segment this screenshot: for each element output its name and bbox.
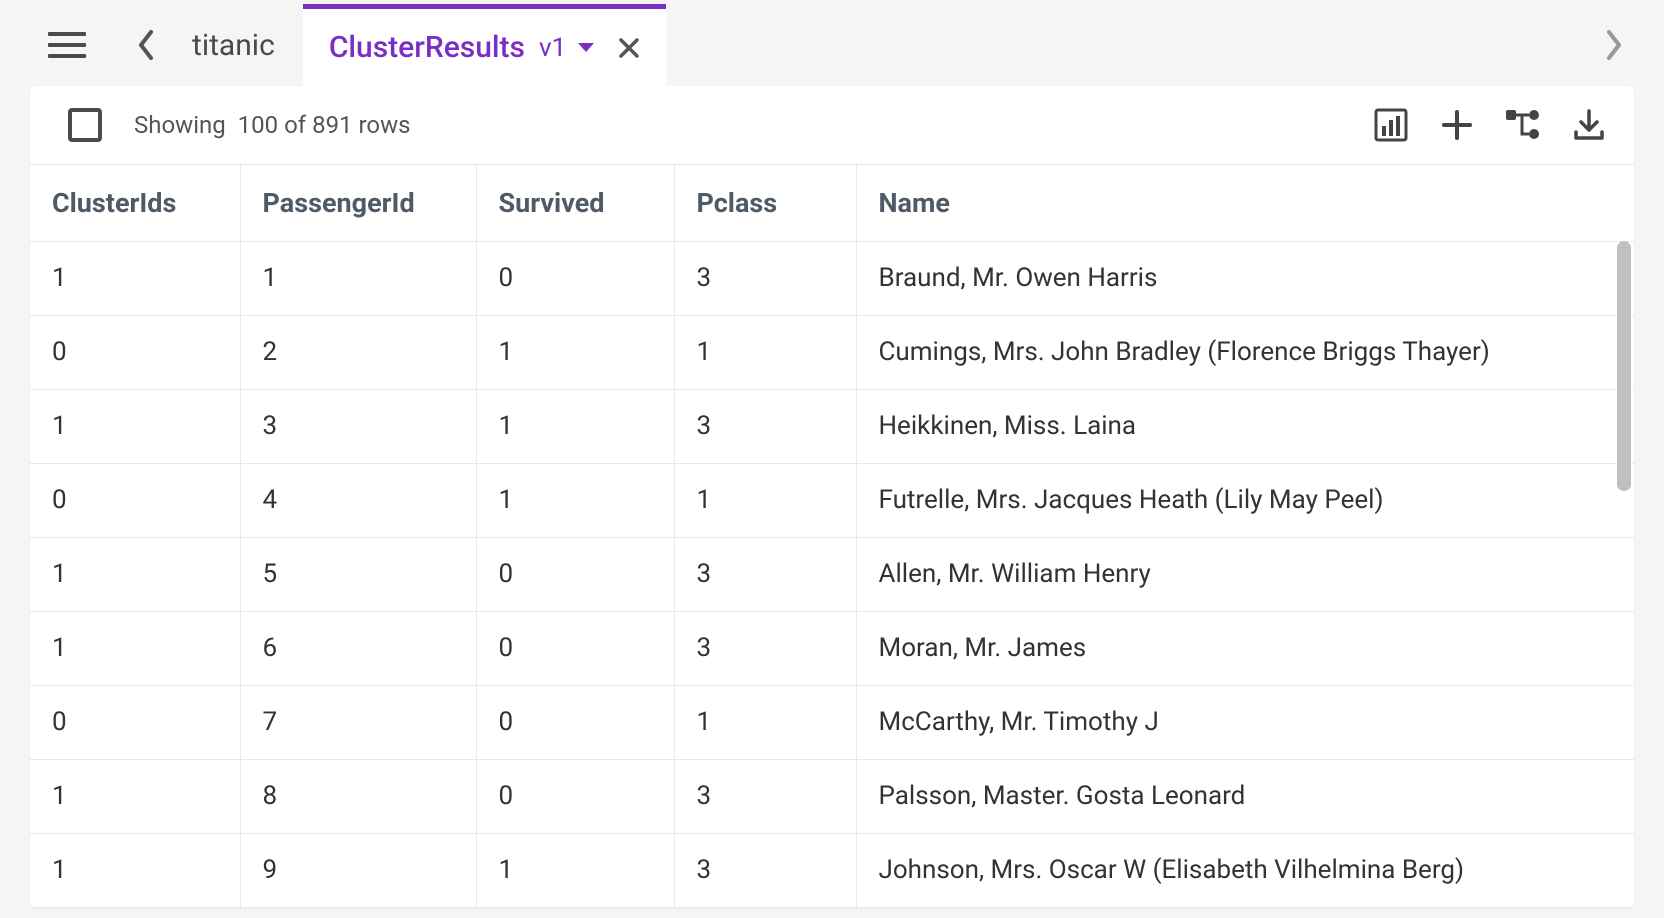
table-cell: 0 <box>476 685 674 759</box>
table-cell: Braund, Mr. Owen Harris <box>856 241 1634 315</box>
table-cell: 6 <box>240 611 476 685</box>
chart-icon[interactable] <box>1372 106 1410 144</box>
table-cell: 0 <box>476 759 674 833</box>
table-row[interactable]: 1803Palsson, Master. Gosta Leonardr <box>30 759 1634 833</box>
vertical-scrollbar[interactable] <box>1617 241 1631 491</box>
table-row[interactable]: 0211Cumings, Mrs. John Bradley (Florence… <box>30 315 1634 389</box>
tab-title: ClusterResults <box>329 30 525 65</box>
flow-icon[interactable] <box>1504 106 1542 144</box>
table-cell: 0 <box>30 463 240 537</box>
col-header-pclass[interactable]: Pclass <box>674 165 856 241</box>
col-header-name[interactable]: Name <box>856 165 1634 241</box>
add-icon[interactable] <box>1438 106 1476 144</box>
table-cell: 1 <box>30 759 240 833</box>
table-cell: 3 <box>674 389 856 463</box>
nav-forward-button[interactable] <box>1594 25 1634 65</box>
table-cell: 5 <box>240 537 476 611</box>
col-header-passengerid[interactable]: PassengerId <box>240 165 476 241</box>
table-cell: 0 <box>30 315 240 389</box>
table-cell: Allen, Mr. William Henry <box>856 537 1634 611</box>
data-panel: Showing 100 of 891 rows <box>30 86 1634 908</box>
table-cell: Johnson, Mrs. Oscar W (Elisabeth Vilhelm… <box>856 833 1634 907</box>
table-row[interactable]: 0411Futrelle, Mrs. Jacques Heath (Lily M… <box>30 463 1634 537</box>
table-row[interactable]: 1103Braund, Mr. Owen Harrisr <box>30 241 1634 315</box>
table-cell: 3 <box>240 389 476 463</box>
table-cell: 3 <box>674 241 856 315</box>
table-cell: 1 <box>674 685 856 759</box>
top-nav: titanic ClusterResults v1 <box>0 4 1664 86</box>
table-cell: 1 <box>674 315 856 389</box>
table-row[interactable]: 1603Moran, Mr. Jamesr <box>30 611 1634 685</box>
table-row[interactable]: 1913Johnson, Mrs. Oscar W (Elisabeth Vil… <box>30 833 1634 907</box>
nav-back-button[interactable] <box>126 25 166 65</box>
table-cell: 1 <box>30 241 240 315</box>
table-row[interactable]: 1313Heikkinen, Miss. Lainaf <box>30 389 1634 463</box>
table-cell: 8 <box>240 759 476 833</box>
table-cell: 2 <box>240 315 476 389</box>
row-count-label: Showing 100 of 891 rows <box>134 111 411 139</box>
table-cell: 1 <box>476 315 674 389</box>
table-cell: 1 <box>476 463 674 537</box>
download-icon[interactable] <box>1570 106 1608 144</box>
table-cell: 1 <box>30 611 240 685</box>
table-row[interactable]: 1503Allen, Mr. William Henryr <box>30 537 1634 611</box>
version-dropdown-icon[interactable] <box>576 41 596 55</box>
table-cell: 1 <box>674 463 856 537</box>
table-cell: 1 <box>30 389 240 463</box>
select-all-checkbox[interactable] <box>68 108 102 142</box>
table-cell: 0 <box>30 685 240 759</box>
data-table-wrapper: ClusterIds PassengerId Survived Pclass N… <box>30 164 1634 908</box>
panel-toolbar: Showing 100 of 891 rows <box>30 86 1634 164</box>
table-cell: 1 <box>240 241 476 315</box>
table-cell: 0 <box>476 537 674 611</box>
table-cell: 1 <box>476 833 674 907</box>
table-cell: 3 <box>674 759 856 833</box>
col-header-survived[interactable]: Survived <box>476 165 674 241</box>
table-cell: 1 <box>30 833 240 907</box>
table-cell: 0 <box>476 241 674 315</box>
table-row[interactable]: 0701McCarthy, Mr. Timothy Jr <box>30 685 1634 759</box>
table-cell: 3 <box>674 833 856 907</box>
tab-version: v1 <box>539 33 566 63</box>
table-cell: 7 <box>240 685 476 759</box>
tab-active[interactable]: ClusterResults v1 <box>303 4 666 86</box>
table-cell: Heikkinen, Miss. Laina <box>856 389 1634 463</box>
close-tab-icon[interactable] <box>618 37 640 59</box>
table-cell: Moran, Mr. James <box>856 611 1634 685</box>
table-cell: 3 <box>674 537 856 611</box>
table-cell: McCarthy, Mr. Timothy J <box>856 685 1634 759</box>
table-cell: 0 <box>476 611 674 685</box>
table-cell: Futrelle, Mrs. Jacques Heath (Lily May P… <box>856 463 1634 537</box>
data-table: ClusterIds PassengerId Survived Pclass N… <box>30 165 1634 908</box>
col-header-clusterids[interactable]: ClusterIds <box>30 165 240 241</box>
table-cell: Palsson, Master. Gosta Leonard <box>856 759 1634 833</box>
breadcrumb-root[interactable]: titanic <box>192 28 275 63</box>
table-cell: 9 <box>240 833 476 907</box>
table-cell: 1 <box>30 537 240 611</box>
table-cell: 3 <box>674 611 856 685</box>
table-cell: 1 <box>476 389 674 463</box>
menu-icon[interactable] <box>48 26 86 64</box>
table-cell: 4 <box>240 463 476 537</box>
table-cell: Cumings, Mrs. John Bradley (Florence Bri… <box>856 315 1634 389</box>
